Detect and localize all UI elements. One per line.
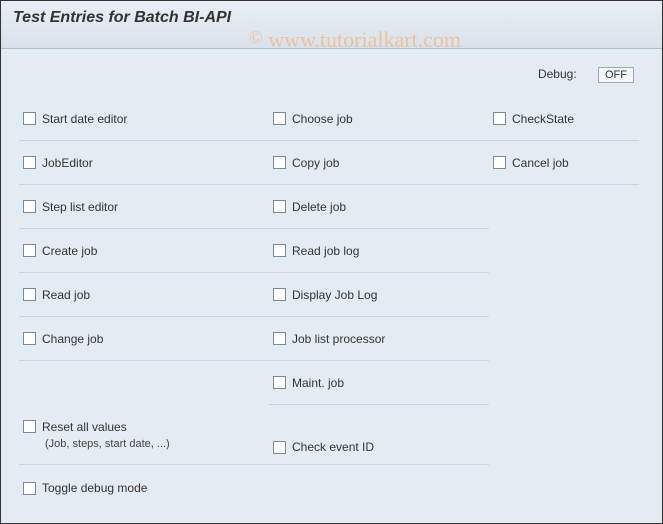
option-label: Copy job <box>292 156 339 170</box>
checkbox-icon[interactable] <box>493 156 506 169</box>
checkbox-icon[interactable] <box>273 244 286 257</box>
option-reset-all-values[interactable]: Reset all values (Job, steps, start date… <box>19 405 269 465</box>
option-label: Choose job <box>292 112 353 126</box>
empty-cell <box>489 405 639 465</box>
option-cancel-job[interactable]: Cancel job <box>489 141 639 185</box>
option-label: Reset all values <box>42 420 127 434</box>
option-choose-job[interactable]: Choose job <box>269 97 489 141</box>
option-create-job[interactable]: Create job <box>19 229 269 273</box>
checkbox-icon[interactable] <box>273 156 286 169</box>
checkbox-icon[interactable] <box>23 288 36 301</box>
option-start-date-editor[interactable]: Start date editor <box>19 97 269 141</box>
options-grid: Start date editor Choose job CheckState … <box>19 97 644 465</box>
option-delete-job[interactable]: Delete job <box>269 185 489 229</box>
option-label: Change job <box>42 332 103 346</box>
option-toggle-debug-mode[interactable]: Toggle debug mode <box>19 481 644 495</box>
empty-cell <box>489 361 639 405</box>
option-change-job[interactable]: Change job <box>19 317 269 361</box>
option-label: Cancel job <box>512 156 569 170</box>
option-job-list-processor[interactable]: Job list processor <box>269 317 489 361</box>
debug-row: Debug: OFF <box>19 61 644 97</box>
option-label: Start date editor <box>42 112 127 126</box>
checkbox-icon[interactable] <box>273 112 286 125</box>
option-copy-job[interactable]: Copy job <box>269 141 489 185</box>
option-label: JobEditor <box>42 156 93 170</box>
title-bar: Test Entries for Batch BI-API <box>1 1 662 49</box>
option-label: Read job log <box>292 244 359 258</box>
option-read-job[interactable]: Read job <box>19 273 269 317</box>
content-area: Debug: OFF Start date editor Choose job … <box>1 49 662 523</box>
checkbox-icon[interactable] <box>23 332 36 345</box>
checkbox-icon[interactable] <box>23 156 36 169</box>
empty-cell <box>489 273 639 317</box>
empty-cell <box>489 185 639 229</box>
checkbox-icon[interactable] <box>273 441 286 454</box>
option-label: Step list editor <box>42 200 118 214</box>
checkbox-icon[interactable] <box>273 332 286 345</box>
checkbox-icon[interactable] <box>273 200 286 213</box>
option-label: Delete job <box>292 200 346 214</box>
option-step-list-editor[interactable]: Step list editor <box>19 185 269 229</box>
checkbox-icon[interactable] <box>23 200 36 213</box>
option-jobeditor[interactable]: JobEditor <box>19 141 269 185</box>
option-label: Toggle debug mode <box>42 481 147 495</box>
empty-cell <box>489 229 639 273</box>
checkbox-icon[interactable] <box>273 288 286 301</box>
option-label: Maint. job <box>292 376 344 390</box>
checkbox-icon[interactable] <box>23 244 36 257</box>
empty-cell <box>489 317 639 361</box>
debug-value-field[interactable]: OFF <box>598 67 634 83</box>
checkbox-icon[interactable] <box>493 112 506 125</box>
option-read-job-log[interactable]: Read job log <box>269 229 489 273</box>
option-label: Check event ID <box>292 440 374 454</box>
option-label: Read job <box>42 288 90 302</box>
empty-cell <box>19 361 269 405</box>
checkbox-icon[interactable] <box>23 420 36 433</box>
option-display-job-log[interactable]: Display Job Log <box>269 273 489 317</box>
option-label: Display Job Log <box>292 288 377 302</box>
option-label: Create job <box>42 244 97 258</box>
debug-label: Debug: <box>538 67 577 81</box>
page-title: Test Entries for Batch BI-API <box>13 9 650 27</box>
checkbox-icon[interactable] <box>273 376 286 389</box>
option-label: CheckState <box>512 112 574 126</box>
option-maint-job[interactable]: Maint. job <box>269 361 489 405</box>
option-check-event-id[interactable]: Check event ID <box>269 405 489 465</box>
checkbox-icon[interactable] <box>23 112 36 125</box>
reset-sublabel: (Job, steps, start date, ...) <box>23 438 269 450</box>
checkbox-icon[interactable] <box>23 482 36 495</box>
option-label: Job list processor <box>292 332 385 346</box>
option-checkstate[interactable]: CheckState <box>489 97 639 141</box>
